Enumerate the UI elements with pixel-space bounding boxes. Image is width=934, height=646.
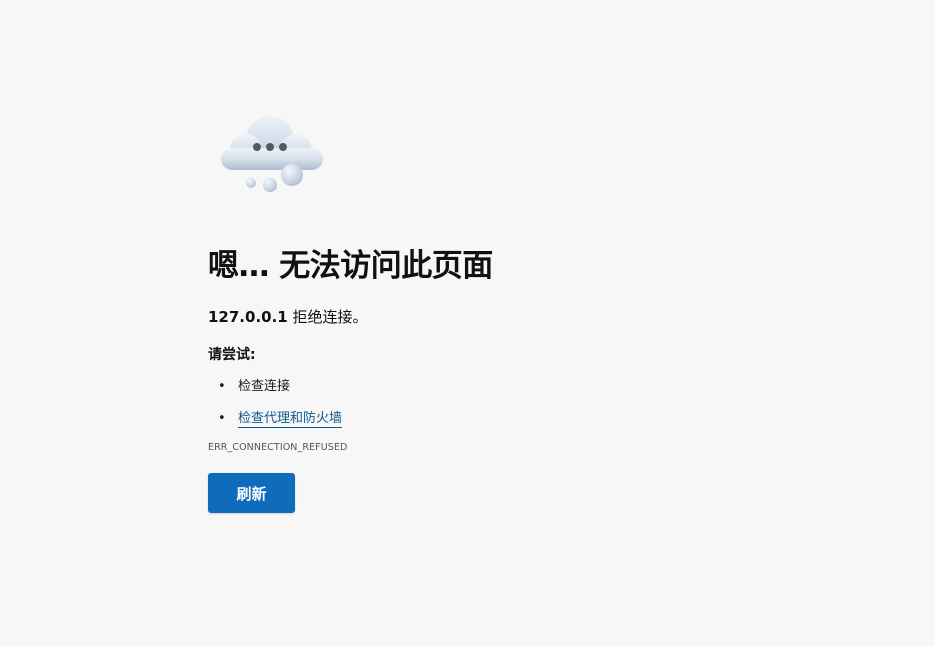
- error-content: 嗯… 无法访问此页面 127.0.0.1 拒绝连接。 请尝试: • 检查连接 •…: [208, 246, 808, 513]
- cloud-thinking-icon: [218, 112, 326, 196]
- suggestion-check-connection: 检查连接: [238, 379, 291, 394]
- bullet: •: [218, 411, 226, 426]
- refused-message: 拒绝连接。: [292, 308, 368, 326]
- suggestion-list: • 检查连接 • 检查代理和防火墙: [208, 377, 808, 429]
- bullet: •: [218, 379, 226, 394]
- try-label: 请尝试:: [208, 347, 256, 363]
- list-item: • 检查连接: [208, 377, 808, 397]
- list-item: • 检查代理和防火墙: [208, 409, 808, 429]
- refresh-button[interactable]: 刷新: [208, 473, 295, 513]
- error-message: 127.0.0.1 拒绝连接。: [208, 306, 808, 328]
- page-title: 嗯… 无法访问此页面: [208, 248, 493, 284]
- error-code: ERR_CONNECTION_REFUSED: [208, 442, 348, 453]
- link-check-proxy-firewall[interactable]: 检查代理和防火墙: [238, 411, 343, 428]
- host-address: 127.0.0.1: [208, 308, 288, 326]
